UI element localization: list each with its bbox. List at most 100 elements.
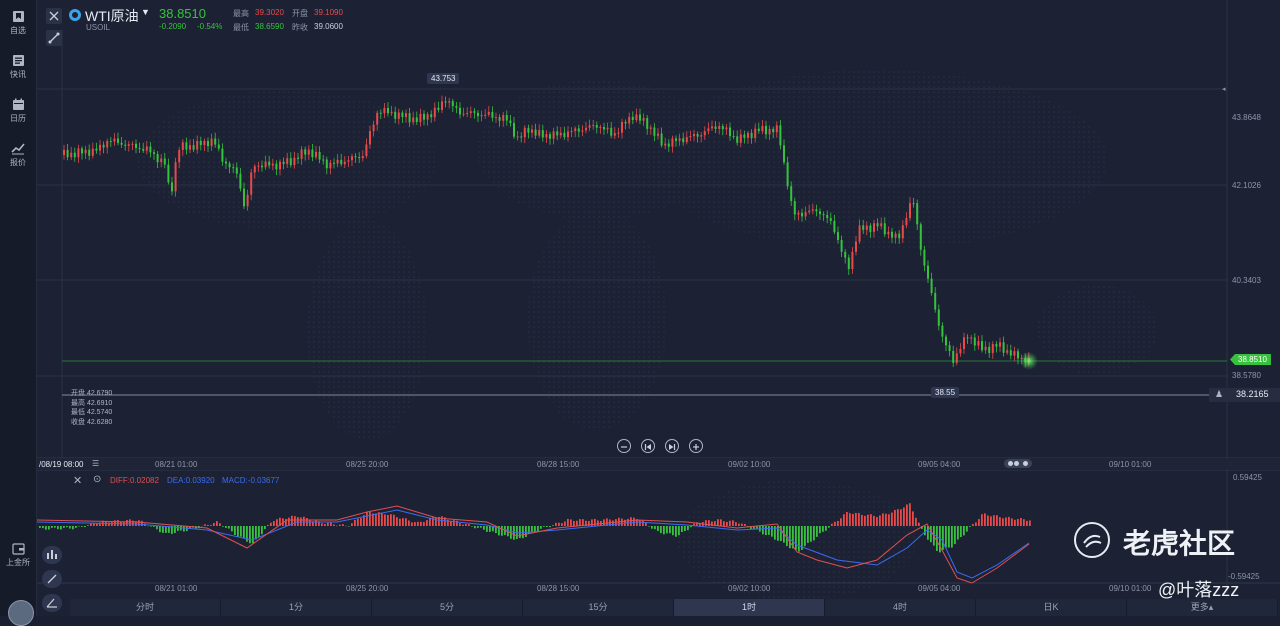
macd-bar	[828, 526, 830, 528]
macd-bar	[309, 521, 311, 526]
candle-body	[758, 129, 760, 131]
tab-period[interactable]: 1时	[674, 599, 825, 616]
macd-bar	[996, 515, 998, 526]
tab-period[interactable]: 分时	[70, 599, 221, 616]
candle-body	[185, 142, 187, 149]
chevron-down-icon[interactable]: ▼	[141, 7, 150, 17]
candle-body	[160, 159, 162, 163]
macd-bar	[897, 509, 899, 526]
macd-bar	[81, 526, 83, 527]
candle-body	[182, 142, 184, 150]
candle-body	[466, 113, 468, 114]
candle-body	[679, 138, 681, 141]
candle-body	[63, 150, 65, 155]
macd-bar	[324, 524, 326, 526]
candle-body	[949, 345, 951, 351]
candle-body	[617, 133, 619, 134]
macd-bar	[270, 523, 272, 526]
macd-bar	[672, 526, 674, 535]
candle-body	[153, 152, 155, 154]
macd-bar	[612, 520, 614, 526]
candle-body	[977, 341, 979, 345]
macd-bar	[531, 526, 533, 532]
macd-bar	[543, 526, 545, 527]
jump-start-button[interactable]	[641, 439, 655, 453]
zoom-in-button[interactable]	[689, 439, 703, 453]
avatar[interactable]	[8, 600, 34, 626]
skip-back-icon	[642, 441, 654, 453]
macd-bar	[138, 520, 140, 526]
macd-bar	[153, 526, 155, 527]
tab-period[interactable]: 1分	[221, 599, 372, 616]
candle-body	[995, 344, 997, 347]
macd-bar	[381, 513, 383, 526]
menu-icon[interactable]: ☰	[92, 459, 99, 468]
candle-body	[956, 353, 958, 363]
sidebar-item-calendar[interactable]: 日历	[0, 98, 36, 124]
macd-bar	[684, 526, 686, 531]
macd-bar	[831, 524, 833, 526]
macd-bar	[480, 526, 482, 528]
candle-body	[614, 133, 616, 136]
candle-body	[747, 133, 749, 138]
candle-body	[383, 108, 385, 113]
line-tool-icon	[42, 570, 62, 588]
macd-bar	[465, 524, 467, 526]
macd-bar	[657, 526, 659, 531]
candle-body	[689, 136, 691, 137]
macd-bar	[729, 521, 731, 526]
bell-icon[interactable]: ♟	[1215, 389, 1223, 400]
zoom-out-button[interactable]	[617, 439, 631, 453]
close-icon	[46, 8, 62, 24]
macd-bar	[882, 513, 884, 526]
angle-tool-button[interactable]	[42, 594, 62, 612]
macd-bar	[549, 526, 551, 527]
candle-body	[941, 326, 943, 337]
macd-bar	[228, 526, 230, 529]
low-price-label: 38.55	[931, 387, 959, 398]
macd-bar	[534, 526, 536, 532]
macd-bar	[858, 513, 860, 526]
jump-end-button[interactable]	[665, 439, 679, 453]
macd-bar	[912, 511, 914, 526]
ohlc-close: 42.6280	[87, 419, 112, 426]
macd-bar	[375, 514, 377, 526]
close-indicator-icon[interactable]: ✕	[73, 474, 82, 487]
macd-bar	[489, 526, 491, 532]
sidebar-item-sge[interactable]: 上金所	[0, 543, 36, 568]
candle-body	[448, 101, 450, 102]
candle-body	[898, 234, 900, 239]
sidebar-item-label: 上金所	[6, 558, 30, 567]
time-axis-tick: 08/28 15:00	[537, 460, 579, 469]
tab-period[interactable]: 日K	[976, 599, 1127, 616]
macd-bar	[564, 521, 566, 526]
tab-period[interactable]: 4时	[825, 599, 976, 616]
draw-tool-button[interactable]	[46, 30, 62, 46]
indicator-tool-button[interactable]	[42, 546, 62, 564]
candle-body	[427, 114, 429, 119]
close-button[interactable]	[46, 8, 62, 24]
sidebar-item-quotes[interactable]: 报价	[0, 142, 36, 168]
time-axis: /08/19 08:00 ☰ 08/21 01:00 08/25 20:00 0…	[37, 458, 1280, 470]
candle-body	[783, 145, 785, 162]
candle-body	[207, 141, 209, 146]
macd-bar	[870, 514, 872, 526]
sidebar-item-watchlist[interactable]: 自选	[0, 10, 36, 36]
candle-body	[563, 133, 565, 137]
sidebar-item-news[interactable]: 快讯	[0, 54, 36, 80]
tab-period[interactable]: 5分	[372, 599, 523, 616]
tab-period[interactable]: 15分	[523, 599, 674, 616]
candle-body	[85, 150, 87, 154]
macd-bar	[408, 520, 410, 526]
candle-body	[736, 136, 738, 142]
settings-icon[interactable]: ⊙	[93, 474, 101, 485]
minus-icon	[618, 441, 630, 453]
macd-bar	[660, 526, 662, 533]
candle-body	[981, 341, 983, 350]
macd-bar	[855, 513, 857, 526]
candle-body	[416, 117, 418, 122]
candle-body	[880, 223, 882, 226]
draw-line-button[interactable]	[42, 570, 62, 588]
prev-close-label: 昨收	[292, 22, 308, 33]
macd-bar	[723, 521, 725, 526]
